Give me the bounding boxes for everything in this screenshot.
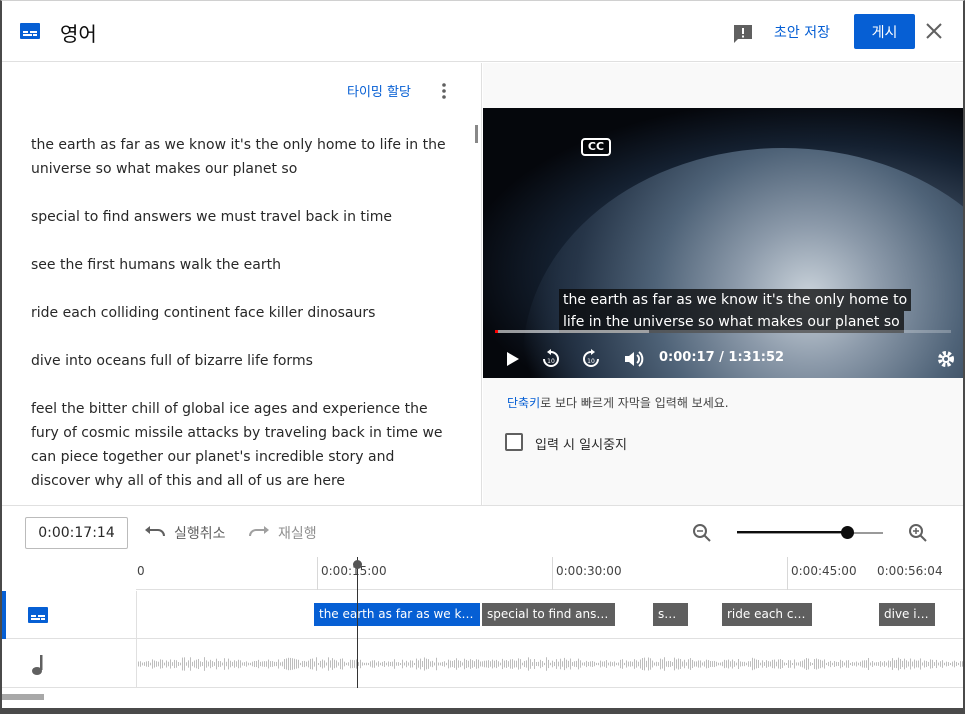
- video-caption: the earth as far as we know it's the onl…: [559, 289, 912, 333]
- ruler-tick: [552, 557, 553, 590]
- zoom-out-icon[interactable]: [692, 523, 712, 543]
- progress-played: [495, 330, 498, 333]
- shortcut-hint-text: 로 보다 빠르게 자막을 입력해 보세요.: [540, 396, 729, 410]
- shortcut-hint: 단축키로 보다 빠르게 자막을 입력해 보세요.: [507, 394, 729, 411]
- track-selected-marker: [2, 591, 6, 639]
- undo-button[interactable]: 실행취소: [144, 523, 226, 543]
- shortcut-link[interactable]: 단축키: [507, 396, 540, 410]
- volume-icon[interactable]: [622, 348, 644, 370]
- assign-timing-button[interactable]: 타이밍 할당: [347, 81, 411, 100]
- music-note-icon: [32, 655, 43, 675]
- subtitle-cue[interactable]: dive into oceans full of bizarre life fo…: [879, 603, 935, 626]
- caption-line: the earth as far as we know it's the onl…: [559, 289, 912, 311]
- subtitle-cue[interactable]: the earth as far as we know it's the onl…: [314, 603, 480, 626]
- timeline-ruler[interactable]: 0 0:00:15:00 0:00:30:00 0:00:45:00 0:00:…: [136, 557, 963, 590]
- subtitles-icon: [28, 607, 48, 623]
- svg-text:10: 10: [547, 358, 555, 365]
- page-title: 영어: [60, 22, 97, 46]
- track-divider: [136, 591, 137, 688]
- publish-button[interactable]: 게시: [854, 14, 915, 49]
- transcript-paragraph[interactable]: the earth as far as we know it's the onl…: [31, 133, 451, 181]
- transcript-scrollbar[interactable]: [475, 125, 478, 143]
- pause-while-typing-label: 입력 시 일시중지: [535, 438, 627, 453]
- transcript-panel: 타이밍 할당 the earth as far as we know it's …: [2, 63, 482, 505]
- video-player[interactable]: CC the earth as far as we know it's the …: [483, 108, 963, 378]
- video-frame: [523, 148, 963, 378]
- zoom-in-icon[interactable]: [908, 523, 928, 543]
- redo-icon: [249, 526, 269, 537]
- ruler-label: 0:00:56:04: [877, 564, 943, 578]
- redo-label: 재실행: [278, 526, 317, 542]
- subtitle-cue[interactable]: ride each colliding continent face kille…: [722, 603, 812, 626]
- ruler-label: 0:00:30:00: [556, 564, 622, 578]
- settings-icon[interactable]: [935, 348, 957, 370]
- transcript-paragraph[interactable]: special to find answers we must travel b…: [31, 205, 451, 229]
- ruler-tick: [787, 557, 788, 590]
- audio-waveform: [138, 657, 963, 671]
- timeline: 0 0:00:15:00 0:00:30:00 0:00:45:00 0:00:…: [2, 557, 963, 708]
- transcript-paragraph[interactable]: dive into oceans full of bizarre life fo…: [31, 349, 451, 373]
- subtitle-cue[interactable]: special to find answers we must travel b…: [482, 603, 615, 626]
- save-draft-button[interactable]: 초안 저장: [764, 20, 840, 44]
- forward-10-icon[interactable]: 10: [580, 348, 602, 370]
- playhead-handle[interactable]: [353, 560, 362, 569]
- current-time-field[interactable]: 0:00:17:14: [25, 517, 128, 549]
- time-readout: 0:00:17 / 1:31:52: [659, 350, 785, 365]
- preview-panel: CC the earth as far as we know it's the …: [483, 63, 963, 505]
- transcript-textarea[interactable]: the earth as far as we know it's the onl…: [31, 133, 451, 505]
- timeline-scrollbar[interactable]: [2, 694, 44, 700]
- undo-label: 실행취소: [174, 526, 226, 542]
- pause-while-typing-checkbox[interactable]: [505, 433, 523, 451]
- subtitles-icon: [20, 23, 40, 39]
- feedback-icon[interactable]: [732, 23, 754, 45]
- transcript-paragraph[interactable]: ride each colliding continent face kille…: [31, 301, 451, 325]
- play-icon[interactable]: [501, 348, 523, 370]
- subtitle-editor-dialog: 영어 초안 저장 게시 타이밍 할당 the earth as far as w…: [0, 0, 965, 714]
- ruler-label: 0:00:45:00: [791, 564, 857, 578]
- subtitle-cue[interactable]: see the first humans walk the earth: [653, 603, 688, 626]
- ruler-tick: [317, 557, 318, 590]
- timeline-toolbar: 0:00:17:14 실행취소 재실행: [2, 505, 963, 557]
- audio-track: [2, 640, 963, 688]
- dialog-header: 영어 초안 저장 게시: [2, 1, 963, 62]
- zoom-slider-fill: [737, 531, 847, 533]
- rewind-10-icon[interactable]: 10: [540, 348, 562, 370]
- more-vert-icon[interactable]: [438, 81, 450, 101]
- undo-icon: [145, 526, 165, 537]
- playhead[interactable]: [357, 557, 358, 688]
- subtitle-track: the earth as far as we know it's the onl…: [2, 591, 963, 639]
- progress-buffered: [495, 330, 650, 333]
- cc-badge: CC: [581, 138, 611, 156]
- ruler-label: 0: [137, 564, 145, 578]
- zoom-slider-knob[interactable]: [840, 526, 854, 539]
- redo-button[interactable]: 재실행: [248, 523, 317, 543]
- transcript-paragraph[interactable]: feel the bitter chill of global ice ages…: [31, 397, 451, 493]
- close-icon[interactable]: [925, 22, 943, 40]
- transcript-paragraph[interactable]: see the first humans walk the earth: [31, 253, 451, 277]
- svg-text:10: 10: [587, 358, 595, 365]
